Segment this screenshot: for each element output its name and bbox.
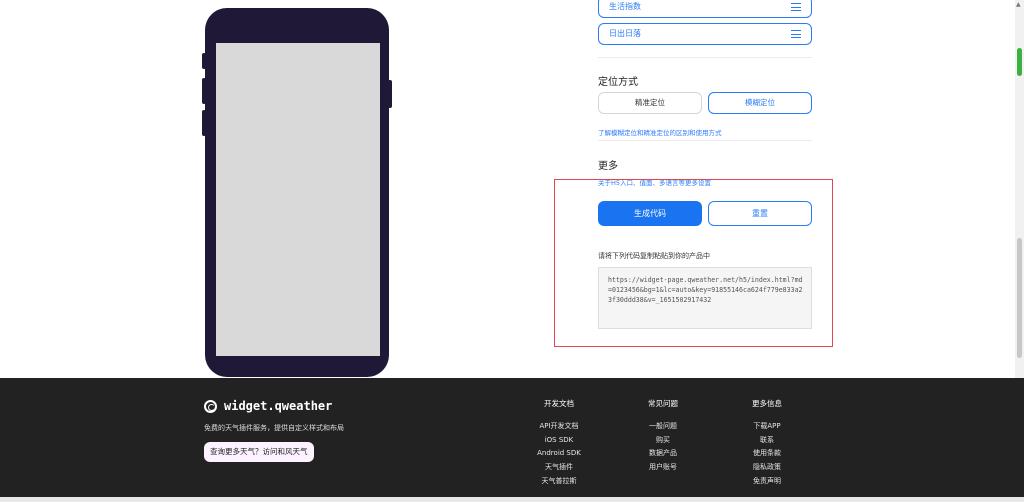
footer-column-faq: 常见问题 一般问题 购买 数据产品 用户账号 bbox=[628, 398, 698, 475]
scroll-thumb[interactable] bbox=[1017, 238, 1022, 358]
horizontal-scrollbar[interactable] bbox=[0, 497, 1024, 502]
code-output[interactable]: https://widget-page.qweather.net/h5/inde… bbox=[608, 275, 806, 305]
brand-name: widget.qweather bbox=[224, 399, 333, 413]
footer-link[interactable]: Android SDK bbox=[524, 447, 594, 461]
footer-column-more-info: 更多信息 下载APP 联系 使用条款 隐私政策 免责声明 bbox=[732, 398, 802, 489]
more-title: 更多 bbox=[598, 161, 618, 172]
code-output-box[interactable]: https://widget-page.qweather.net/h5/inde… bbox=[598, 267, 812, 329]
brand-description: 免费的天气插件服务，提供自定义样式和布局 bbox=[204, 424, 344, 432]
footer-link[interactable]: 天气普拉斯 bbox=[524, 475, 594, 489]
footer-column-title: 开发文档 bbox=[544, 399, 574, 408]
phone-volume-down bbox=[202, 110, 206, 136]
phone-volume-up bbox=[202, 78, 206, 104]
footer-link[interactable]: 免责声明 bbox=[732, 475, 802, 489]
phone-preview bbox=[202, 8, 392, 377]
scroll-up-icon[interactable]: ▲ bbox=[1016, 1, 1021, 8]
precise-location-option[interactable]: 精准定位 bbox=[598, 92, 702, 114]
footer-link[interactable]: iOS SDK bbox=[524, 434, 594, 448]
brand-logo-icon bbox=[204, 400, 217, 413]
location-help-link[interactable]: 了解模糊定位和精准定位的区别和使用方式 bbox=[598, 127, 722, 137]
reset-button[interactable]: 重置 bbox=[708, 201, 812, 226]
footer-column-title: 常见问题 bbox=[648, 399, 678, 408]
footer-link[interactable]: 使用条款 bbox=[732, 447, 802, 461]
generate-code-button[interactable]: 生成代码 bbox=[598, 201, 702, 226]
menu-icon bbox=[791, 30, 801, 41]
footer-link[interactable]: 一般问题 bbox=[628, 420, 698, 434]
dropdown-label: 日出日落 bbox=[609, 29, 641, 38]
dropdown-sunrise-sunset[interactable]: 日出日落 bbox=[598, 23, 812, 45]
footer-link[interactable]: 数据产品 bbox=[628, 447, 698, 461]
scrollbar[interactable]: ▲ bbox=[1015, 0, 1024, 378]
location-title: 定位方式 bbox=[598, 77, 638, 88]
footer-column-title: 更多信息 bbox=[752, 399, 782, 408]
phone-mute-switch bbox=[202, 53, 206, 69]
scroll-marker bbox=[1017, 48, 1022, 76]
footer-column-docs: 开发文档 API开发文档 iOS SDK Android SDK 天气插件 天气… bbox=[524, 398, 594, 489]
footer-link[interactable]: 隐私政策 bbox=[732, 461, 802, 475]
divider bbox=[598, 57, 812, 58]
divider bbox=[598, 140, 812, 141]
footer-link[interactable]: 购买 bbox=[628, 434, 698, 448]
phone-power-button bbox=[388, 80, 392, 108]
dropdown-life-index[interactable]: 生活指数 bbox=[598, 0, 812, 18]
footer-link[interactable]: 联系 bbox=[732, 434, 802, 448]
footer-link[interactable]: 用户账号 bbox=[628, 461, 698, 475]
footer-link[interactable]: 下载APP bbox=[732, 420, 802, 434]
phone-screen bbox=[216, 43, 380, 356]
footer-link[interactable]: API开发文档 bbox=[524, 420, 594, 434]
footer-link[interactable]: 天气插件 bbox=[524, 461, 594, 475]
visit-qweather-button[interactable]: 查询更多天气？访问和风天气 bbox=[204, 442, 314, 462]
menu-icon bbox=[791, 3, 801, 14]
fuzzy-location-option[interactable]: 模糊定位 bbox=[708, 92, 812, 114]
copy-hint: 请将下列代码复制粘贴到你的产品中 bbox=[598, 252, 710, 260]
dropdown-label: 生活指数 bbox=[609, 2, 641, 11]
footer: widget.qweather 免费的天气插件服务，提供自定义样式和布局 查询更… bbox=[0, 378, 1024, 497]
